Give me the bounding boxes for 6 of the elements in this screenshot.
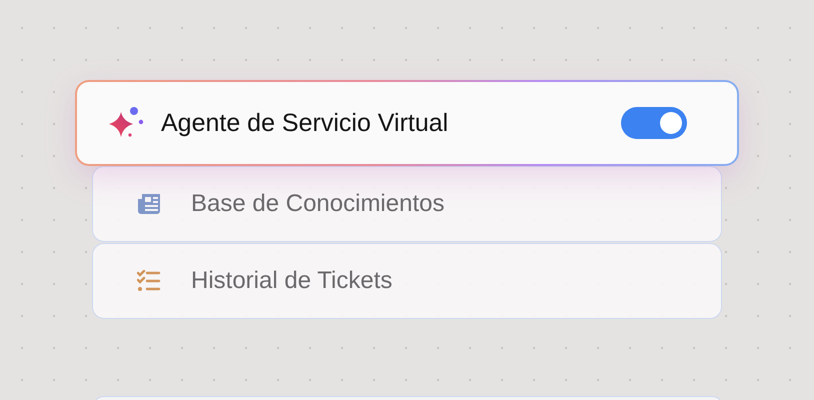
menu-item[interactable]: Historial de Tickets	[92, 243, 722, 319]
newspaper-icon	[137, 193, 161, 215]
checklist-icon	[137, 270, 161, 292]
agent-title: Agente de Servicio Virtual	[161, 108, 450, 138]
toggle-switch[interactable]	[621, 107, 687, 139]
menu-item[interactable]: Base de Conocimientos	[92, 166, 722, 242]
